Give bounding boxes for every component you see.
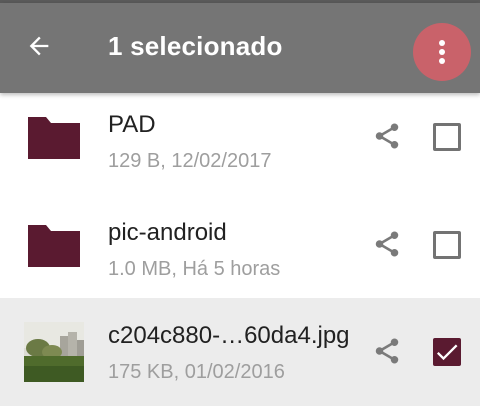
- app-bar: 1 selecionado: [0, 3, 480, 93]
- file-meta: 175 KB, 01/02/2016: [108, 361, 285, 383]
- select-checkbox[interactable]: [433, 231, 461, 259]
- file-meta: 129 B, 12/02/2017: [108, 150, 272, 172]
- file-row-selected[interactable]: c204c880-…60da4.jpg 175 KB, 01/02/2016: [0, 298, 480, 406]
- back-button[interactable]: [20, 27, 58, 65]
- check-icon: [436, 344, 458, 361]
- select-checkbox[interactable]: [433, 123, 461, 151]
- file-row[interactable]: PAD 129 B, 12/02/2017: [0, 93, 480, 201]
- file-name: c204c880-…60da4.jpg: [108, 322, 350, 349]
- file-meta: 1.0 MB, Há 5 horas: [108, 258, 281, 280]
- image-thumbnail: [24, 322, 84, 382]
- file-row[interactable]: pic-android 1.0 MB, Há 5 horas: [0, 201, 480, 309]
- folder-icon: [28, 225, 80, 267]
- file-name: PAD: [108, 111, 156, 138]
- more-options-button[interactable]: [413, 23, 471, 81]
- share-icon[interactable]: [372, 229, 402, 259]
- arrow-back-icon: [29, 36, 49, 56]
- folder-icon: [28, 117, 80, 159]
- select-checkbox-checked[interactable]: [433, 338, 461, 366]
- share-icon[interactable]: [372, 121, 402, 151]
- more-vert-icon: [439, 40, 445, 64]
- share-icon[interactable]: [372, 336, 402, 366]
- selection-title: 1 selecionado: [108, 31, 283, 61]
- file-name: pic-android: [108, 219, 227, 246]
